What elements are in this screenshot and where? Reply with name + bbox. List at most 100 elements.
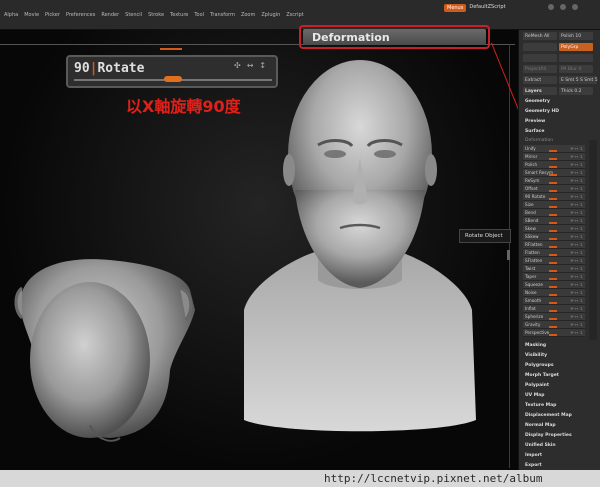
axis-icons[interactable]: ✣ ↔ ↕ (570, 210, 583, 215)
palette-section-surface[interactable]: Surface (519, 127, 597, 137)
menu-item-render[interactable]: Render (101, 12, 119, 18)
axis-icons[interactable]: ✣ ↔ ↕ (570, 330, 583, 335)
deform-slider[interactable]: Inflat ✣ ↔ ↕ (523, 305, 585, 313)
palette-section-polygroups[interactable]: Polygroups (519, 361, 597, 371)
axis-icons[interactable]: ✣ ↔ ↕ (570, 298, 583, 303)
deform-slider[interactable]: Smart Resym ✣ ↔ ↕ (523, 169, 585, 177)
palette-section-import[interactable]: Import (519, 451, 597, 461)
palette-section-normal-map[interactable]: Normal Map (519, 421, 597, 431)
palette-section-visibility[interactable]: Visibility (519, 351, 597, 361)
deform-slider[interactable]: SSkew ✣ ↔ ↕ (523, 233, 585, 241)
palette-deformation-header[interactable]: Deformation (519, 137, 597, 145)
axis-icons[interactable]: ✣ ↔ ↕ (570, 306, 583, 311)
axis-icons[interactable]: ✣ ↔ ↕ (570, 146, 583, 151)
menu-item-movie[interactable]: Movie (24, 12, 39, 18)
axis-icons[interactable]: ✣ ↔ ↕ (570, 234, 583, 239)
menu-item-transform[interactable]: Transform (210, 12, 235, 18)
palette-section-uv-map[interactable]: UV Map (519, 391, 597, 401)
deform-slider[interactable]: Taper ✣ ↔ ↕ (523, 273, 585, 281)
deform-slider[interactable]: Polish ✣ ↔ ↕ (523, 161, 585, 169)
palette-button[interactable]: ProjectAll (523, 65, 557, 73)
rotate-slider-thumb[interactable] (164, 76, 182, 82)
deform-slider[interactable]: Spherize ✣ ↔ ↕ (523, 313, 585, 321)
palette-section-unified-skin[interactable]: Unified Skin (519, 441, 597, 451)
palette-button[interactable]: Polish 10 (559, 32, 593, 40)
deform-slider[interactable]: Squeeze ✣ ↔ ↕ (523, 281, 585, 289)
menu-item-picker[interactable]: Picker (45, 12, 60, 18)
menu-item-zscript[interactable]: Zscript (286, 12, 303, 18)
menus-button[interactable]: Menus (444, 4, 467, 12)
deform-slider[interactable]: Mirror ✣ ↔ ↕ (523, 153, 585, 161)
deform-slider[interactable]: Gravity ✣ ↔ ↕ (523, 321, 585, 329)
menu-item-stencil[interactable]: Stencil (125, 12, 142, 18)
deform-slider[interactable]: Twist ✣ ↔ ↕ (523, 265, 585, 273)
axis-icons[interactable]: ✣ ↔ ↕ (570, 162, 583, 167)
axis-icons[interactable]: ✣ ↔ ↕ (570, 250, 583, 255)
deform-slider[interactable]: Bend ✣ ↔ ↕ (523, 209, 585, 217)
rotate-slider-popup[interactable]: 90|Rotate ✣ ↔ ↕ (66, 55, 278, 88)
deform-slider[interactable]: 90 Rotate ✣ ↔ ↕ (523, 193, 585, 201)
maximize-icon[interactable] (560, 4, 566, 10)
palette-section-layers[interactable]: Layers (519, 87, 597, 97)
deform-slider[interactable]: SBend ✣ ↔ ↕ (523, 217, 585, 225)
axis-icons[interactable]: ✣ ↔ ↕ (570, 322, 583, 327)
default-script-label[interactable]: DefaultZScript (469, 4, 505, 12)
deform-slider[interactable]: Flatten ✣ ↔ ↕ (523, 249, 585, 257)
axis-icons[interactable]: ✣ ↔ ↕ (570, 218, 583, 223)
deform-slider[interactable]: Size ✣ ↔ ↕ (523, 201, 585, 209)
menu-item-alpha[interactable]: Alpha (4, 12, 18, 18)
axis-y-icon[interactable]: ↔ (247, 61, 254, 70)
deform-slider[interactable]: SFlatten ✣ ↔ ↕ (523, 257, 585, 265)
palette-section-masking[interactable]: Masking (519, 341, 597, 351)
palette-section-geometry[interactable]: Geometry (519, 97, 597, 107)
deform-slider[interactable]: RFlatten ✣ ↔ ↕ (523, 241, 585, 249)
deform-slider[interactable]: Unify ✣ ↔ ↕ (523, 145, 585, 153)
deform-slider[interactable]: Smooth ✣ ↔ ↕ (523, 297, 585, 305)
menu-item-zoom[interactable]: Zoom (241, 12, 255, 18)
menu-item-zplugin[interactable]: Zplugin (261, 12, 280, 18)
axis-icons[interactable]: ✣ ↔ ↕ (570, 226, 583, 231)
axis-icons[interactable]: ✣ ↔ ↕ (570, 290, 583, 295)
axis-icons[interactable]: ✣ ↔ ↕ (570, 194, 583, 199)
palette-section-geometry-hd[interactable]: Geometry HD (519, 107, 597, 117)
palette-section-displacement-map[interactable]: Displacement Map (519, 411, 597, 421)
axis-icons[interactable]: ✣ ↔ ↕ (570, 154, 583, 159)
palette-button[interactable] (523, 54, 557, 62)
axis-icons[interactable]: ✣ ↔ ↕ (570, 258, 583, 263)
axis-icons[interactable]: ✣ ↔ ↕ (570, 170, 583, 175)
axis-icons[interactable]: ✣ ↔ ↕ (570, 202, 583, 207)
palette-section-preview[interactable]: Preview (519, 117, 597, 127)
menu-item-preferences[interactable]: Preferences (66, 12, 95, 18)
deform-slider[interactable]: ReSym ✣ ↔ ↕ (523, 177, 585, 185)
palette-button[interactable]: PolyGrp (559, 43, 593, 51)
menu-item-texture[interactable]: Texture (170, 12, 188, 18)
palette-button[interactable]: E Smt 5 S Smt 5 (559, 76, 598, 84)
palette-button[interactable] (559, 54, 593, 62)
axis-icons[interactable]: ✣ ↔ ↕ (570, 266, 583, 271)
axis-icons[interactable]: ✣ ↔ ↕ (570, 282, 583, 287)
palette-button[interactable]: ReMesh All (523, 32, 557, 40)
close-icon[interactable] (572, 4, 578, 10)
palette-scrollbar[interactable] (589, 140, 597, 340)
minimize-icon[interactable] (548, 4, 554, 10)
deform-slider[interactable]: Perspective ✣ ↔ ↕ (523, 329, 585, 337)
axis-icons[interactable]: ✣ ↔ ↕ (570, 314, 583, 319)
palette-section-morph-target[interactable]: Morph Target (519, 371, 597, 381)
palette-section-display-properties[interactable]: Display Properties (519, 431, 597, 441)
axis-x-icon[interactable]: ✣ (234, 61, 241, 70)
axis-icons[interactable]: ✣ ↔ ↕ (570, 274, 583, 279)
menu-item-stroke[interactable]: Stroke (148, 12, 164, 18)
deform-slider[interactable]: Offset ✣ ↔ ↕ (523, 185, 585, 193)
axis-icons[interactable]: ✣ ↔ ↕ (570, 242, 583, 247)
palette-button[interactable] (523, 43, 557, 51)
axis-icons[interactable]: ✣ ↔ ↕ (570, 178, 583, 183)
palette-button[interactable]: Extract (523, 76, 557, 84)
palette-section-texture-map[interactable]: Texture Map (519, 401, 597, 411)
deform-slider[interactable]: Skew ✣ ↔ ↕ (523, 225, 585, 233)
menu-item-tool[interactable]: Tool (194, 12, 204, 18)
palette-section-polypaint[interactable]: Polypaint (519, 381, 597, 391)
axis-z-icon[interactable]: ↕ (259, 61, 266, 70)
palette-button[interactable]: PA Blur 4 (559, 65, 593, 73)
axis-icons[interactable]: ✣ ↔ ↕ (570, 186, 583, 191)
deform-slider[interactable]: Noise ✣ ↔ ↕ (523, 289, 585, 297)
